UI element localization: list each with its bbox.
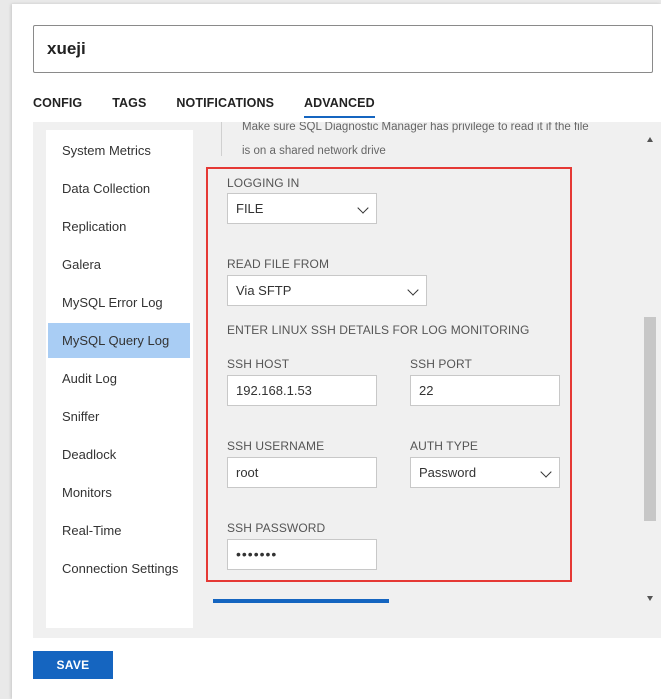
save-button[interactable]: SAVE	[33, 651, 113, 679]
logging-in-value: FILE	[236, 201, 264, 216]
scrollbar-thumb[interactable]	[644, 317, 656, 521]
privilege-hint-line1: Make sure SQL Diagnostic Manager has pri…	[242, 122, 589, 133]
tab-tags[interactable]: TAGS	[112, 96, 146, 118]
ssh-username-input[interactable]: root	[227, 457, 377, 488]
sidebar-item-replication[interactable]: Replication	[48, 209, 190, 244]
scrollbar[interactable]	[642, 130, 658, 610]
sidebar-item-mysql-query-log[interactable]: MySQL Query Log	[48, 323, 190, 358]
read-file-from-select[interactable]: Via SFTP	[227, 275, 427, 306]
ssh-password-label: SSH PASSWORD	[227, 521, 326, 535]
ssh-username-label: SSH USERNAME	[227, 439, 325, 453]
sidebar-item-galera[interactable]: Galera	[48, 247, 190, 282]
logging-in-label: LOGGING IN	[227, 176, 300, 190]
sidebar-item-monitors[interactable]: Monitors	[48, 475, 190, 510]
advanced-sidebar: System Metrics Data Collection Replicati…	[46, 130, 193, 628]
chevron-down-icon	[357, 202, 369, 214]
ssh-port-label: SSH PORT	[410, 357, 472, 371]
sidebar-item-audit-log[interactable]: Audit Log	[48, 361, 190, 396]
sidebar-item-deadlock[interactable]: Deadlock	[48, 437, 190, 472]
query-log-settings: Make sure SQL Diagnostic Manager has pri…	[203, 122, 639, 638]
section-progress-bar	[213, 599, 389, 603]
auth-type-value: Password	[419, 465, 477, 480]
sidebar-item-sniffer[interactable]: Sniffer	[48, 399, 190, 434]
tab-notifications[interactable]: NOTIFICATIONS	[176, 96, 274, 118]
sidebar-item-mysql-error-log[interactable]: MySQL Error Log	[48, 285, 190, 320]
advanced-panel: System Metrics Data Collection Replicati…	[33, 122, 661, 638]
ssh-section-title: ENTER LINUX SSH DETAILS FOR LOG MONITORI…	[227, 323, 530, 337]
read-file-from-label: READ FILE FROM	[227, 257, 330, 271]
read-file-from-value: Via SFTP	[236, 283, 292, 298]
tab-bar: CONFIG TAGS NOTIFICATIONS ADVANCED	[33, 96, 405, 120]
ssh-host-label: SSH HOST	[227, 357, 290, 371]
ssh-host-input[interactable]: 192.168.1.53	[227, 375, 377, 406]
scroll-down-arrow-icon[interactable]	[647, 596, 653, 601]
chevron-down-icon	[540, 466, 552, 478]
auth-type-select[interactable]: Password	[410, 457, 560, 488]
tab-advanced[interactable]: ADVANCED	[304, 96, 375, 118]
divider	[221, 122, 222, 156]
scroll-up-arrow-icon[interactable]	[647, 137, 653, 142]
sidebar-item-system-metrics[interactable]: System Metrics	[48, 133, 190, 168]
chevron-down-icon	[407, 284, 419, 296]
server-name-input[interactable]	[33, 25, 653, 73]
sidebar-item-real-time[interactable]: Real-Time	[48, 513, 190, 548]
sidebar-item-data-collection[interactable]: Data Collection	[48, 171, 190, 206]
auth-type-label: AUTH TYPE	[410, 439, 479, 453]
ssh-password-input[interactable]: •••••••	[227, 539, 377, 570]
privilege-hint-line2: is on a shared network drive	[242, 145, 386, 157]
logging-in-select[interactable]: FILE	[227, 193, 377, 224]
server-settings-dialog: CONFIG TAGS NOTIFICATIONS ADVANCED Syste…	[12, 4, 661, 699]
sidebar-item-connection-settings[interactable]: Connection Settings	[48, 551, 190, 586]
tab-config[interactable]: CONFIG	[33, 96, 82, 118]
ssh-port-input[interactable]: 22	[410, 375, 560, 406]
